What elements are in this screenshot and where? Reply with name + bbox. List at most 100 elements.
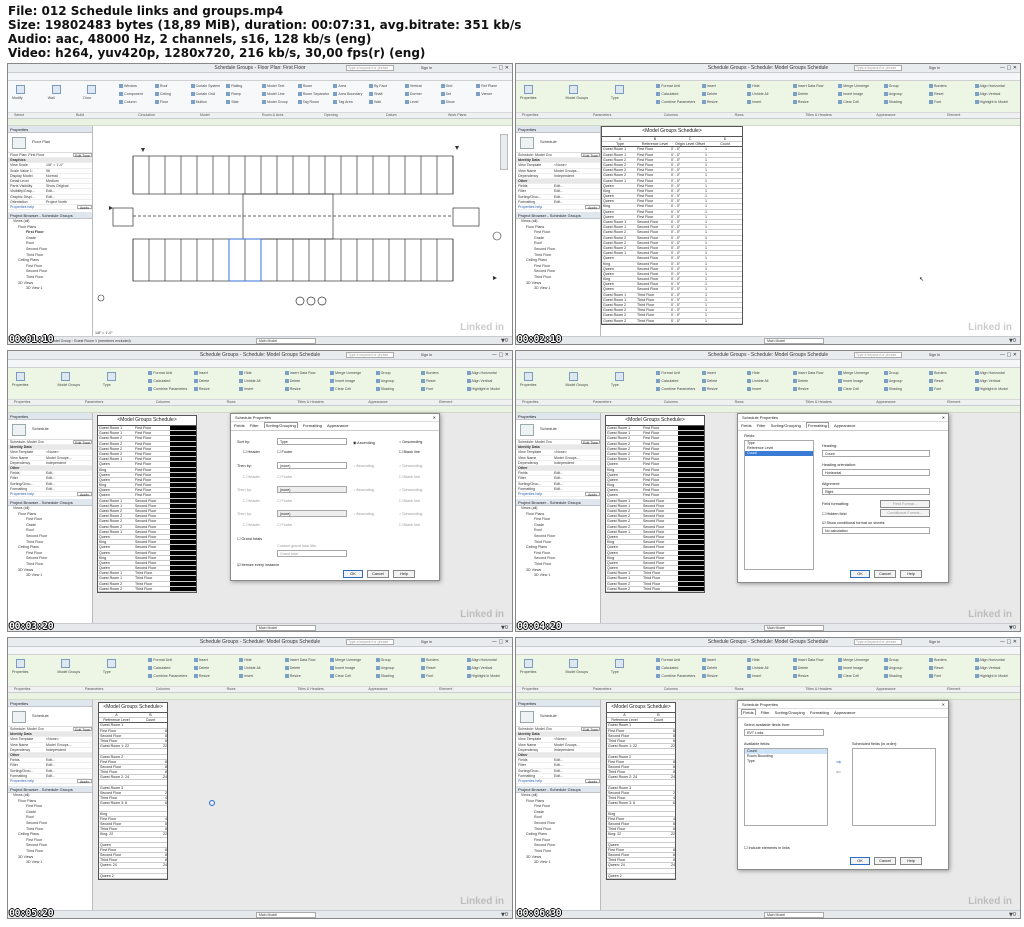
table-cell[interactable]: 1 bbox=[704, 298, 729, 302]
table-cell[interactable]: First Floor bbox=[636, 168, 670, 172]
ribbon-button-label[interactable]: Shading bbox=[381, 674, 394, 678]
search-input[interactable]: Type a keyword or phrase bbox=[854, 65, 902, 71]
table-cell[interactable]: King bbox=[602, 189, 636, 193]
table-cell[interactable]: Second Floor bbox=[636, 277, 670, 281]
cell-count-selected[interactable] bbox=[170, 576, 196, 581]
table-cell[interactable]: First Floor bbox=[636, 147, 670, 151]
ribbon-button-label[interactable]: Shading bbox=[889, 387, 902, 391]
cell-level[interactable]: Second Floor bbox=[642, 525, 678, 529]
cell-type[interactable]: Guest Room 1 bbox=[606, 571, 642, 575]
table-cell[interactable]: 0' - 0" bbox=[670, 282, 704, 286]
schedule-title[interactable]: <Model Groups Schedule> bbox=[602, 127, 742, 137]
property-value[interactable]: Edit... bbox=[554, 200, 600, 204]
sort-by-select[interactable]: Type bbox=[277, 438, 347, 445]
help-button[interactable]: Help bbox=[900, 570, 922, 578]
floor-plan-view[interactable]: 1/8" = 1'-0" bbox=[93, 126, 512, 336]
ribbon-button-label[interactable]: Align Vertical bbox=[980, 379, 1001, 383]
ribbon-button-label[interactable]: Reset bbox=[426, 666, 435, 670]
property-value[interactable]: Edit... bbox=[46, 769, 92, 773]
table-cell[interactable]: 0' - 0" bbox=[670, 189, 704, 193]
ok-button[interactable]: OK bbox=[850, 857, 870, 865]
table-cell[interactable]: First Floor bbox=[636, 204, 670, 208]
show-conditional-checkbox[interactable]: ☑ Show conditional format on sheets bbox=[822, 520, 885, 525]
cell-count-selected[interactable] bbox=[678, 566, 704, 571]
then-by-select[interactable]: (none) bbox=[277, 486, 347, 493]
cell-level[interactable]: First Floor bbox=[642, 457, 678, 461]
ribbon-button-label[interactable]: Resize bbox=[707, 674, 718, 678]
ok-button[interactable]: OK bbox=[850, 570, 870, 578]
table-row[interactable]: Guest Room 2 Third Floor 0' - 0" 1 bbox=[602, 319, 742, 324]
ribbon-button-label[interactable]: Align Horizontal bbox=[472, 658, 497, 662]
ribbon-button-label[interactable]: Group bbox=[889, 371, 899, 375]
table-cell[interactable]: Third Floor bbox=[636, 298, 670, 302]
cell-type[interactable]: Queen bbox=[98, 566, 134, 570]
cell-count-selected[interactable] bbox=[170, 483, 196, 488]
apply-button[interactable]: Apply bbox=[585, 491, 600, 497]
search-input[interactable]: Type a keyword or phrase bbox=[346, 352, 394, 358]
sign-in-link[interactable]: Sign In bbox=[929, 64, 940, 73]
table-cell[interactable]: 0' - 0" bbox=[670, 210, 704, 214]
ribbon-button-label[interactable]: Reset bbox=[426, 379, 435, 383]
table-cell[interactable]: Queen bbox=[602, 215, 636, 219]
ribbon-button-label[interactable]: Model Group bbox=[267, 100, 288, 104]
cell-level[interactable]: First Floor bbox=[642, 452, 678, 456]
property-value[interactable]: <None> bbox=[554, 450, 600, 454]
ribbon-button-label[interactable]: Show bbox=[446, 100, 455, 104]
cell-count-selected[interactable] bbox=[170, 586, 196, 591]
table-cell[interactable]: 0' - 0" bbox=[670, 199, 704, 203]
cell-type[interactable]: Guest Room 1 bbox=[606, 499, 642, 503]
ribbon-button-label[interactable]: Column bbox=[124, 100, 136, 104]
property-value[interactable]: Independent bbox=[46, 461, 92, 465]
table-cell[interactable]: 0' - 0" bbox=[670, 147, 704, 151]
window-controls[interactable]: — □ ✕ bbox=[492, 352, 509, 359]
browser-item[interactable]: 3D View 1 bbox=[516, 573, 600, 579]
table-cell[interactable]: 0' - 0" bbox=[670, 277, 704, 281]
table-cell[interactable]: 1 bbox=[704, 230, 729, 234]
cell-level[interactable]: Second Floor bbox=[134, 540, 170, 544]
cell-level[interactable]: First Floor bbox=[134, 478, 170, 482]
ribbon-button-label[interactable]: Delete bbox=[290, 666, 300, 670]
table-cell[interactable]: First Floor bbox=[636, 189, 670, 193]
ribbon-button-label[interactable]: Area bbox=[338, 84, 346, 88]
table-cell[interactable]: Third Floor bbox=[636, 308, 670, 312]
ribbon-button-label[interactable]: Dormer bbox=[410, 92, 422, 96]
ribbon-button-label[interactable]: Resize bbox=[290, 674, 301, 678]
cell-count-selected[interactable] bbox=[678, 540, 704, 545]
ribbon-button-label[interactable]: Insert Image bbox=[843, 379, 863, 383]
ribbon-button-label[interactable]: Stair bbox=[231, 100, 238, 104]
table-cell[interactable]: First Floor bbox=[636, 210, 670, 214]
apply-button[interactable]: Apply bbox=[585, 778, 600, 784]
cell-type[interactable]: King bbox=[606, 540, 642, 544]
ribbon-button-label[interactable]: Format Unit bbox=[661, 658, 680, 662]
ribbon-button-label[interactable]: Clear Cell bbox=[335, 387, 351, 391]
dialog-tab[interactable]: Fields bbox=[741, 423, 752, 428]
cell-count-selected[interactable] bbox=[170, 524, 196, 529]
table-cell[interactable]: Second Floor bbox=[636, 220, 670, 224]
ribbon-button[interactable] bbox=[106, 659, 116, 668]
cell-count-selected[interactable] bbox=[678, 498, 704, 503]
type-selector[interactable]: Schedule bbox=[516, 707, 600, 727]
add-field-arrow-icon[interactable]: ⇒ bbox=[836, 759, 841, 766]
dialog-tab[interactable]: Fields bbox=[741, 709, 756, 715]
cell-type[interactable]: Guest Room 1 bbox=[98, 571, 134, 575]
property-value[interactable]: Model Groups... bbox=[554, 743, 600, 747]
properties-help-link[interactable]: Properties help bbox=[518, 492, 542, 496]
table-cell[interactable]: 1 bbox=[704, 256, 729, 260]
table-cell[interactable]: Second Floor bbox=[636, 282, 670, 286]
window-controls[interactable]: — □ ✕ bbox=[1000, 639, 1017, 646]
cell-level[interactable]: Second Floor bbox=[642, 551, 678, 555]
table-cell[interactable]: 0' - 0" bbox=[670, 319, 704, 323]
ribbon-button-label[interactable]: Resize bbox=[290, 387, 301, 391]
ribbon-button-label[interactable]: Format Unit bbox=[153, 658, 172, 662]
cell-type[interactable]: Guest Room 2 bbox=[98, 436, 134, 440]
close-icon[interactable]: ✕ bbox=[942, 414, 945, 422]
table-cell[interactable]: Second Floor bbox=[636, 251, 670, 255]
property-value[interactable]: Edit... bbox=[46, 774, 92, 778]
nav-bar[interactable] bbox=[500, 134, 508, 170]
cell-level[interactable]: First Floor bbox=[134, 431, 170, 435]
cell-type[interactable]: Guest Room 2 bbox=[606, 509, 642, 513]
edit-type-button[interactable]: Edit Type bbox=[73, 727, 92, 732]
cell-count-selected[interactable] bbox=[170, 462, 196, 467]
footer-checkbox[interactable]: ☐ Footer bbox=[277, 474, 292, 479]
apply-button[interactable]: Apply bbox=[77, 491, 92, 497]
